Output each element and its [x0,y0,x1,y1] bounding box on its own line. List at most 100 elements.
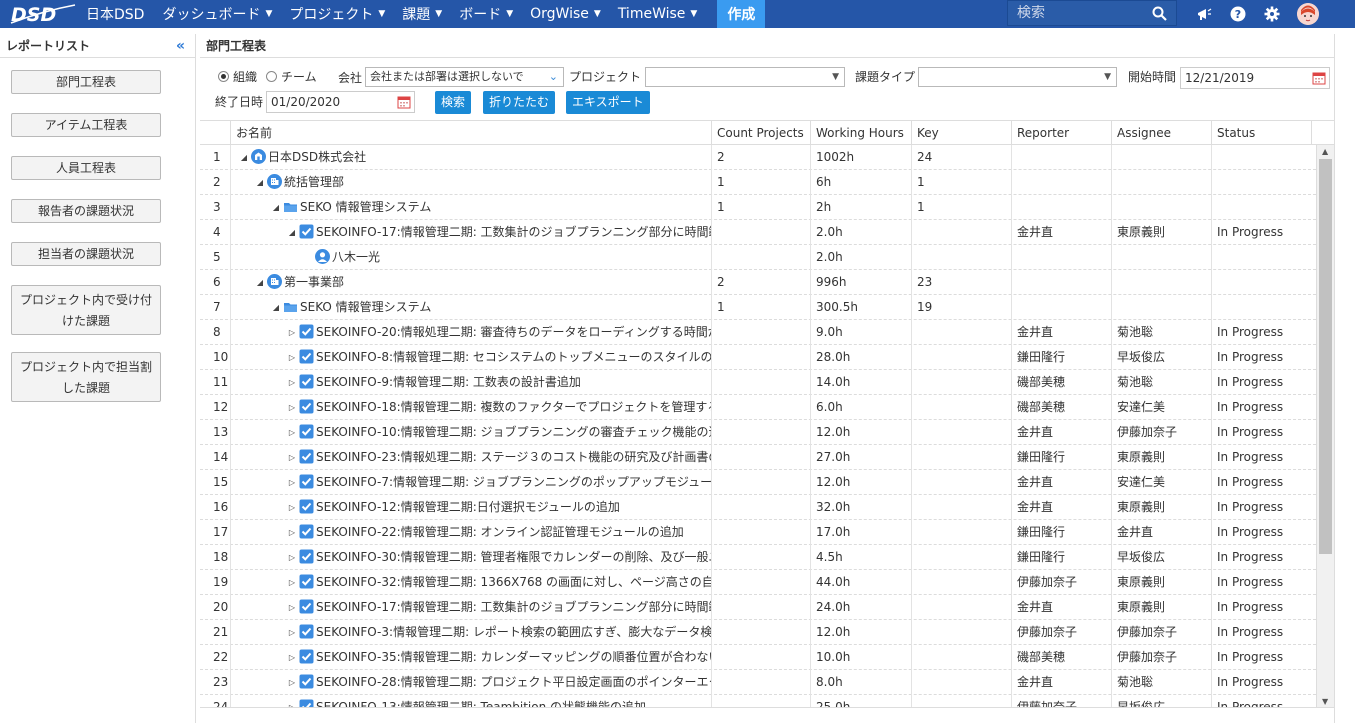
radio-team-indicator[interactable] [266,71,277,82]
collapse-node-icon[interactable]: ◢ [271,295,281,320]
search-button[interactable]: 検索 [435,91,472,114]
collapse-node-icon[interactable]: ◢ [255,170,265,195]
row-name[interactable]: SEKOINFO-22:情報管理二期: オンライン認証管理モジュールの追加 [316,525,684,539]
collapse-node-icon[interactable]: ◢ [271,195,281,220]
search-icon[interactable] [1152,6,1167,24]
report-btn-project-received[interactable]: プロジェクト内で受け付けた課題 [11,285,161,335]
table-row[interactable]: 8 ▷ SEKOINFO-20:情報処理二期: 審査待ちのデータをローディングする時… [200,320,1316,345]
col-header-count-projects[interactable]: Count Projects [711,121,810,145]
expand-node-icon[interactable]: ▷ [287,620,297,645]
table-row[interactable]: 11 ▷ SEKOINFO-9:情報管理二期: 工数表の設計書追加 14.0h 磯部美穂… [200,370,1316,395]
expand-node-icon[interactable]: ▷ [287,345,297,370]
table-row[interactable]: 17 ▷ SEKOINFO-22:情報管理二期: オンライン認証管理モジュールの追加… [200,520,1316,545]
row-name[interactable]: SEKOINFO-18:情報管理二期: 複数のファクターでプロジェクトを管理する [316,400,711,414]
expand-node-icon[interactable]: ▷ [287,495,297,520]
collapse-sidebar-icon[interactable]: « [176,38,185,54]
report-btn-dept-schedule[interactable]: 部門工程表 [11,70,161,94]
table-row[interactable]: 4 ◢ SEKOINFO-17:情報管理二期: 工数集計のジョブプランニング部分に時… [200,220,1316,245]
col-header-status[interactable]: Status [1211,121,1311,145]
table-row[interactable]: 24 ▷ SEKOINFO-13:情報管理二期: Teambition の状態機能の… [200,695,1316,707]
collapse-node-icon[interactable]: ◢ [287,220,297,245]
table-row[interactable]: 14 ▷ SEKOINFO-23:情報処理二期: ステージ３のコスト機能の研究及び計… [200,445,1316,470]
radio-org[interactable]: 組織 [218,68,257,85]
scroll-thumb[interactable] [1319,159,1332,554]
report-btn-project-assigned[interactable]: プロジェクト内で担当割した課題 [11,352,161,402]
row-name[interactable]: SEKOINFO-20:情報処理二期: 審査待ちのデータをローディングする時間が [316,325,711,339]
row-name[interactable]: SEKOINFO-8:情報管理二期: セコシステムのトップメニューのスタイルの統 [316,350,711,364]
row-name[interactable]: SEKOINFO-12:情報管理二期:日付選択モジュールの追加 [316,500,620,514]
expand-node-icon[interactable]: ▷ [287,695,297,707]
expand-node-icon[interactable]: ▷ [287,370,297,395]
report-btn-assignee-status[interactable]: 担当者の課題状況 [11,242,161,266]
nav-board[interactable]: ボード ▼ [459,4,513,24]
expand-node-icon[interactable]: ▷ [287,670,297,695]
dsd-logo[interactable]: DSD [0,0,86,28]
collapse-node-icon[interactable]: ◢ [239,145,249,170]
radio-team[interactable]: チーム [266,68,317,85]
table-row[interactable]: 5 八木一光 2.0h [200,245,1316,270]
expand-node-icon[interactable]: ▷ [287,470,297,495]
vertical-scrollbar[interactable]: ▲ ▼ [1316,145,1334,707]
row-name[interactable]: SEKOINFO-17:情報管理二期: 工数集計のジョブプランニング部分に時間範 [316,225,711,239]
table-row[interactable]: 1 ◢ 日本DSD株式会社 2 1002h 24 [200,145,1316,170]
nav-orgwise[interactable]: OrgWise ▼ [530,6,601,22]
row-name[interactable]: SEKOINFO-9:情報管理二期: 工数表の設計書追加 [316,375,581,389]
table-row[interactable]: 22 ▷ SEKOINFO-35:情報管理二期: カレンダーマッピングの順番位置が合… [200,645,1316,670]
collapse-node-icon[interactable]: ◢ [255,270,265,295]
row-name[interactable]: SEKOINFO-10:情報管理二期: ジョブプランニングの審査チェック機能の追 [316,425,711,439]
expand-node-icon[interactable]: ▷ [287,320,297,345]
report-btn-item-schedule[interactable]: アイテム工程表 [11,113,161,137]
table-row[interactable]: 21 ▷ SEKOINFO-3:情報管理二期: レポート検索の範囲広すぎ、膨大なデー… [200,620,1316,645]
help-icon[interactable]: ? [1229,5,1247,23]
start-date-input[interactable]: 12/21/2019 [1180,67,1330,89]
table-row[interactable]: 19 ▷ SEKOINFO-32:情報管理二期: 1366X768 の画面に対し、ペ… [200,570,1316,595]
table-row[interactable]: 15 ▷ SEKOINFO-7:情報管理二期: ジョブプランニングのポップアップモジ… [200,470,1316,495]
row-name[interactable]: SEKOINFO-3:情報管理二期: レポート検索の範囲広すぎ、膨大なデータ検索 [316,625,711,639]
table-row[interactable]: 6 ◢ 第一事業部 2 996h 23 [200,270,1316,295]
nav-issues[interactable]: 課題 ▼ [402,4,442,24]
expand-node-icon[interactable]: ▷ [287,520,297,545]
calendar-icon[interactable] [1312,71,1326,85]
expand-node-icon[interactable]: ▷ [287,395,297,420]
company-select[interactable]: 会社または部署は選択しないで ⌄ [365,67,564,87]
table-row[interactable]: 18 ▷ SEKOINFO-30:情報管理二期: 管理者権限でカレンダーの削除、及び… [200,545,1316,570]
export-button[interactable]: エキスポート [566,91,650,114]
col-header-key[interactable]: Key [911,121,1011,145]
calendar-icon[interactable] [397,95,411,109]
row-name[interactable]: SEKOINFO-28:情報管理二期: プロジェクト平日設定画面のポインターエク [316,675,711,689]
col-header-reporter[interactable]: Reporter [1011,121,1111,145]
table-row[interactable]: 23 ▷ SEKOINFO-28:情報管理二期: プロジェクト平日設定画面のポインタ… [200,670,1316,695]
scroll-up-icon[interactable]: ▲ [1322,147,1328,156]
nav-dashboard[interactable]: ダッシュボード ▼ [162,4,272,24]
table-row[interactable]: 12 ▷ SEKOINFO-18:情報管理二期: 複数のファクターでプロジェクトを管… [200,395,1316,420]
expand-node-icon[interactable]: ▷ [287,445,297,470]
row-name[interactable]: SEKOINFO-13:情報管理二期: Teambition の状態機能の追加 [316,700,646,707]
table-row[interactable]: 7 ◢ SEKO 情報管理システム 1 300.5h 19 [200,295,1316,320]
table-row[interactable]: 2 ◢ 統括管理部 1 6h 1 [200,170,1316,195]
project-select[interactable]: ▼ [645,67,845,87]
table-row[interactable]: 10 ▷ SEKOINFO-8:情報管理二期: セコシステムのトップメニューのスタイ… [200,345,1316,370]
user-avatar[interactable] [1297,3,1319,25]
announcement-icon[interactable] [1195,5,1213,23]
expand-node-icon[interactable]: ▷ [287,570,297,595]
search-input[interactable] [1017,5,1147,21]
row-name[interactable]: SEKOINFO-30:情報管理二期: 管理者権限でカレンダーの削除、及び一般ユ [316,550,711,564]
row-name[interactable]: SEKOINFO-17:情報管理二期: 工数集計のジョブプランニング部分に時間範 [316,600,711,614]
gear-icon[interactable] [1263,5,1281,23]
row-name[interactable]: SEKOINFO-35:情報管理二期: カレンダーマッピングの順番位置が合わない [316,650,711,664]
row-name[interactable]: SEKOINFO-23:情報処理二期: ステージ３のコスト機能の研究及び計画書の [316,450,711,464]
table-row[interactable]: 20 ▷ SEKOINFO-17:情報管理二期: 工数集計のジョブプランニング部分に… [200,595,1316,620]
horizontal-scrollbar[interactable] [200,707,1334,723]
table-row[interactable]: 13 ▷ SEKOINFO-10:情報管理二期: ジョブプランニングの審査チェック機… [200,420,1316,445]
col-header-assignee[interactable]: Assignee [1111,121,1211,145]
table-row[interactable]: 16 ▷ SEKOINFO-12:情報管理二期:日付選択モジュールの追加 32.0h 金… [200,495,1316,520]
create-button[interactable]: 作成 [717,0,766,28]
end-date-input[interactable]: 01/20/2020 [266,91,415,113]
issue-type-select[interactable]: ▼ [918,67,1117,87]
nav-timewise[interactable]: TimeWise ▼ [618,6,698,22]
expand-node-icon[interactable]: ▷ [287,420,297,445]
row-name[interactable]: SEKOINFO-7:情報管理二期: ジョブプランニングのポップアップモジュー/ [316,475,711,489]
radio-org-indicator[interactable] [218,71,229,82]
expand-node-icon[interactable]: ▷ [287,645,297,670]
col-header-working-hours[interactable]: Working Hours [810,121,911,145]
